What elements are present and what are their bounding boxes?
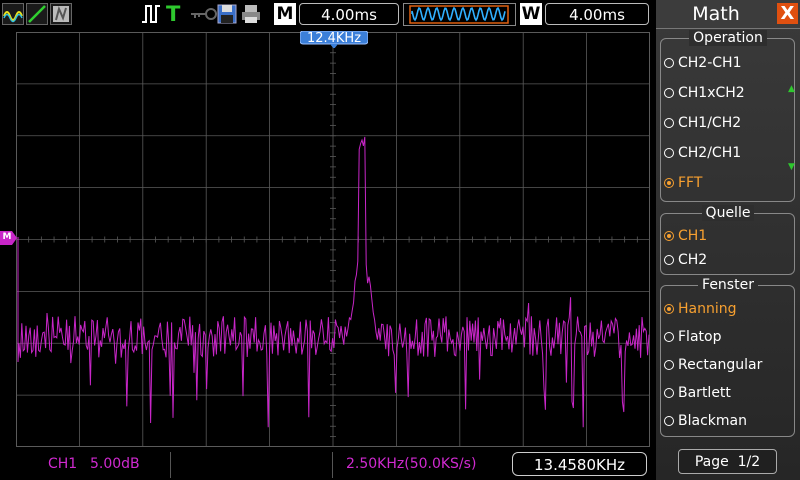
radio-icon [664, 148, 674, 158]
key-icon [189, 3, 217, 25]
math-channel-marker-label: M [2, 232, 12, 242]
top-toolbar: T M 4.00ms W 4.00ms [0, 0, 656, 30]
radio-icon [664, 388, 674, 398]
status-sample-rate: 2.50KHz(50.0KS/s) [346, 456, 477, 472]
waveform-icon[interactable] [2, 3, 24, 25]
save-disk-icon[interactable] [216, 3, 238, 25]
timebase-display[interactable]: 4.00ms [299, 3, 399, 25]
page-label: Page [694, 454, 729, 470]
option-source-ch1[interactable]: CH1 [664, 225, 788, 247]
frequency-counter: 13.4580KHz [512, 452, 647, 476]
trigger-mode-letter: T [166, 2, 181, 26]
option-fft[interactable]: FFT [664, 172, 788, 194]
radio-icon [664, 416, 674, 426]
menu-header: Math X [656, 0, 800, 29]
persist-icon[interactable] [50, 3, 72, 25]
option-source-ch2[interactable]: CH2 [664, 249, 788, 271]
window-group-title: Fenster [656, 276, 800, 294]
radio-icon [664, 58, 674, 68]
option-hanning[interactable]: Hanning [664, 298, 788, 320]
option-rectangular[interactable]: Rectangular [664, 354, 788, 376]
scope-grid [16, 32, 650, 447]
status-separator [332, 452, 333, 478]
radio-icon [664, 88, 674, 98]
option-ch1xch2[interactable]: CH1xCH2 [664, 82, 788, 104]
option-ch1-div-ch2[interactable]: CH1/CH2 [664, 112, 788, 134]
option-blackman[interactable]: Blackman [664, 410, 788, 432]
printer-icon[interactable] [240, 3, 262, 25]
pulse-trigger-icon [141, 3, 161, 25]
marker-label: 12.4KHz [306, 31, 362, 46]
status-scale: 5.00dB [90, 456, 140, 472]
source-group-title: Quelle [656, 204, 800, 222]
operation-group-title: Operation [656, 29, 800, 47]
page-number: 1/2 [737, 454, 761, 470]
radio-icon [664, 360, 674, 370]
radio-icon [664, 118, 674, 128]
status-channel: CH1 [48, 456, 78, 472]
radio-icon [664, 255, 674, 265]
radio-icon [664, 231, 674, 241]
m-label: M [274, 3, 296, 25]
radio-icon [664, 178, 674, 188]
option-ch2-div-ch1[interactable]: CH2/CH1 [664, 142, 788, 164]
radio-icon [664, 304, 674, 314]
window-time-display[interactable]: 4.00ms [545, 3, 649, 25]
scroll-down-icon[interactable]: ▼ [788, 162, 795, 172]
menu-title: Math [692, 3, 740, 25]
close-button[interactable]: X [777, 3, 798, 24]
page-button[interactable]: Page 1/2 [678, 449, 777, 474]
scroll-up-icon[interactable]: ▲ [788, 84, 795, 94]
w-label: W [520, 3, 542, 25]
status-separator [170, 452, 171, 478]
option-flatop[interactable]: Flatop [664, 326, 788, 348]
radio-icon [664, 332, 674, 342]
cursor-line-icon[interactable] [26, 3, 48, 25]
option-bartlett[interactable]: Bartlett [664, 382, 788, 404]
math-menu: Math X Operation CH2-CH1 CH1xCH2 CH1/CH2… [656, 0, 800, 480]
waveform-overview[interactable] [403, 3, 516, 26]
option-ch2-ch1[interactable]: CH2-CH1 [664, 52, 788, 74]
